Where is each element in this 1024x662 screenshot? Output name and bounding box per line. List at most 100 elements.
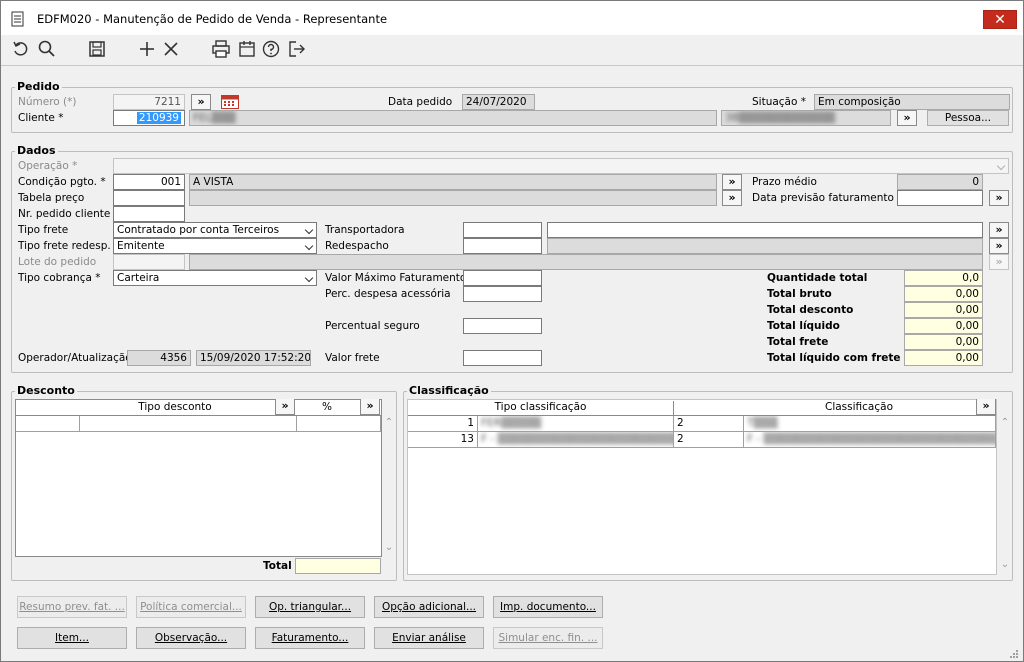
class-row-tipo[interactable]: F - ▒▒▒▒▒▒▒▒▒▒▒▒▒▒▒▒▒▒▒▒▒▒▒▒▒▒▒ (478, 432, 674, 448)
class-row-tipo-value: F - ▒▒▒▒▒▒▒▒▒▒▒▒▒▒▒▒▒▒▒▒▒▒▒▒▒▒▒ (481, 433, 673, 445)
data-previsao-label: Data previsão faturamento (752, 192, 894, 204)
lote-pedido-lookup-button[interactable]: » (989, 254, 1009, 270)
operacao-select[interactable] (113, 158, 1009, 174)
perc-despesa-label: Perc. despesa acessória (325, 288, 451, 300)
percentual-seguro-field[interactable] (463, 318, 542, 334)
redespacho-lookup-button[interactable]: » (989, 238, 1009, 254)
classificacao-lookup-button[interactable]: » (976, 399, 996, 415)
col-tipo-desconto[interactable]: Tipo desconto (76, 401, 274, 413)
tipo-cobranca-select[interactable]: Carteira (113, 270, 317, 286)
cliente-label: Cliente * (18, 112, 64, 124)
help-icon[interactable] (261, 39, 281, 59)
cliente-doc-field: 38▒▒▒▒▒▒▒▒▒▒▒▒ (721, 110, 891, 126)
class-row-code[interactable]: 2 (674, 432, 744, 448)
prazo-medio-label: Prazo médio (752, 176, 817, 188)
lote-pedido-field[interactable] (113, 254, 185, 270)
scroll-down-arrow[interactable]: ⌄ (998, 559, 1012, 570)
cliente-name-value: FEL▒▒▒ (193, 112, 236, 124)
desconto-total-field (295, 558, 381, 574)
desconto-group-label: Desconto (15, 384, 77, 397)
search-icon[interactable] (37, 39, 57, 59)
data-pedido-label: Data pedido (388, 96, 453, 108)
operador-field: 4356 (127, 350, 191, 366)
col-percent[interactable]: % (296, 401, 358, 413)
redespacho-name-field (547, 238, 983, 254)
desconto-row-cell[interactable] (297, 416, 381, 432)
situacao-field: Em composição (814, 94, 1010, 110)
col-tipo-classificacao[interactable]: Tipo classificação (408, 401, 674, 416)
item-button[interactable]: Item... (17, 627, 127, 649)
close-button[interactable]: ✕ (983, 10, 1017, 29)
tipo-frete-redesp-select[interactable]: Emitente (113, 238, 317, 254)
tabela-preco-lookup-button[interactable]: » (722, 190, 742, 206)
faturamento-button[interactable]: Faturamento... (255, 627, 365, 649)
desconto-grid: Tipo desconto » % » ⌃ ⌄ (15, 399, 393, 557)
situacao-label: Situação * (752, 96, 807, 108)
class-row-tipo[interactable]: FER▒▒▒▒▒ (478, 416, 674, 432)
pessoa-button[interactable]: Pessoa... (927, 110, 1009, 126)
numero-field[interactable]: 7211 (113, 94, 185, 110)
exit-icon[interactable] (287, 39, 307, 59)
col-classificacao[interactable]: Classificação (744, 401, 974, 413)
transportadora-name-field (547, 222, 983, 238)
scroll-down-arrow[interactable]: ⌄ (382, 542, 396, 553)
opcao-adicional-button[interactable]: Opção adicional... (374, 596, 484, 618)
class-row-num[interactable]: 13 (408, 432, 478, 448)
total-frete-label: Total frete (767, 336, 829, 348)
tipo-desconto-lookup-button[interactable]: » (275, 399, 295, 415)
data-previsao-lookup-button[interactable]: » (989, 190, 1009, 206)
tipo-frete-redesp-label: Tipo frete redesp. (18, 240, 111, 252)
save-icon[interactable] (87, 39, 107, 59)
valor-frete-field[interactable] (463, 350, 542, 366)
desconto-row-cell[interactable] (80, 416, 297, 432)
class-row-class[interactable]: T▒▒▒ (744, 416, 996, 432)
total-bruto-field: 0,00 (904, 286, 983, 302)
scroll-up-arrow[interactable]: ⌃ (382, 417, 396, 428)
transportadora-lookup-button[interactable]: » (989, 222, 1009, 238)
resumo-prev-fat-button[interactable]: Resumo prev. fat. ... (17, 596, 127, 618)
tipo-frete-label: Tipo frete (18, 224, 69, 236)
imp-documento-button[interactable]: Imp. documento... (493, 596, 603, 618)
lote-pedido-desc-field (189, 254, 983, 270)
nr-pedido-cliente-field[interactable] (113, 206, 185, 222)
add-icon[interactable] (137, 39, 157, 59)
politica-comercial-button[interactable]: Política comercial... (136, 596, 246, 618)
tabela-preco-desc-field (189, 190, 717, 206)
class-row-code[interactable]: 2 (674, 416, 744, 432)
condicao-lookup-button[interactable]: » (722, 174, 742, 190)
calendar-icon[interactable] (237, 39, 257, 59)
valor-maximo-field[interactable] (463, 270, 542, 286)
cliente-code-field[interactable]: 210939 (113, 110, 185, 126)
class-row-class-value: T▒▒▒ (747, 417, 778, 429)
percentual-seguro-label: Percentual seguro (325, 320, 420, 332)
enviar-analise-button[interactable]: Enviar análise (374, 627, 484, 649)
class-row-num[interactable]: 1 (408, 416, 478, 432)
tabela-preco-field[interactable] (113, 190, 185, 206)
print-icon[interactable] (211, 39, 231, 59)
perc-despesa-field[interactable] (463, 286, 542, 302)
transportadora-code-field[interactable] (463, 222, 542, 238)
class-row-class[interactable]: F - ▒▒▒▒▒▒▒▒▒▒▒▒▒▒▒▒▒▒▒▒▒▒▒▒▒▒▒▒▒ (744, 432, 996, 448)
percent-lookup-button[interactable]: » (360, 399, 380, 415)
main-window: EDFM020 - Manutenção de Pedido de Venda … (0, 0, 1024, 662)
total-liquido-frete-label: Total líquido com frete (767, 352, 901, 364)
op-triangular-button[interactable]: Op. triangular... (255, 596, 365, 618)
data-previsao-field[interactable] (897, 190, 983, 206)
cliente-lookup-button[interactable]: » (897, 110, 917, 126)
undo-icon[interactable] (11, 39, 31, 59)
calendar-red-icon[interactable] (221, 95, 239, 109)
redespacho-code-field[interactable] (463, 238, 542, 254)
resize-grip-icon[interactable] (1007, 647, 1019, 659)
tipo-frete-select[interactable]: Contratado por conta Terceiros (113, 222, 317, 238)
scroll-up-arrow[interactable]: ⌃ (998, 417, 1012, 428)
delete-icon[interactable] (161, 39, 181, 59)
numero-lookup-button[interactable]: » (191, 94, 211, 110)
condicao-code-field[interactable]: 001 (113, 174, 185, 190)
simular-enc-fin-button[interactable]: Simular enc. fin. ... (493, 627, 603, 649)
pedido-group-label: Pedido (15, 80, 62, 93)
desconto-row-cell[interactable] (16, 416, 80, 432)
observacao-button[interactable]: Observação... (136, 627, 246, 649)
total-frete-field: 0,00 (904, 334, 983, 350)
redespacho-label: Redespacho (325, 240, 389, 252)
cliente-doc-value: 38▒▒▒▒▒▒▒▒▒▒▒▒ (725, 112, 836, 124)
